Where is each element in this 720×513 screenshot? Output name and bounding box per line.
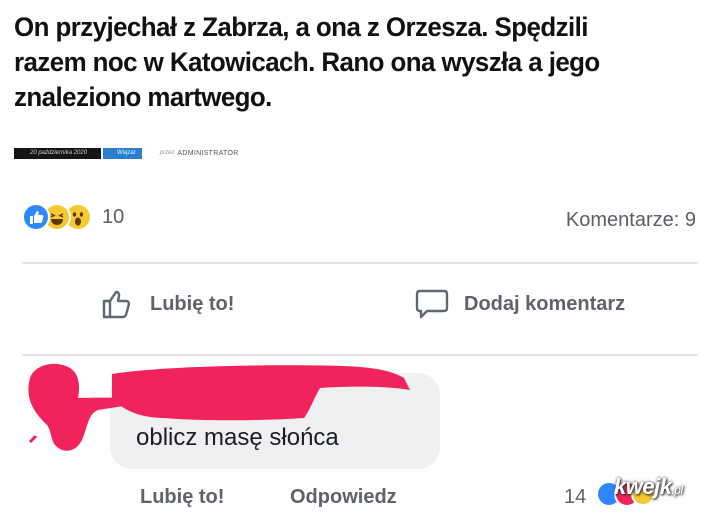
- author-prefix: przez: [159, 150, 175, 156]
- article-headline: On przyjechał z Zabrza, a ona z Orzesza.…: [14, 10, 638, 115]
- like-button[interactable]: Lubię to!: [100, 286, 234, 322]
- comment-like-button[interactable]: Lubię to!: [140, 486, 224, 509]
- comment-text: oblicz masę słońca: [136, 424, 339, 451]
- headline-line: razem noc w Katowicach. Rano ona wyszła …: [14, 47, 600, 77]
- comment-icon: [415, 289, 449, 319]
- reaction-count: 10: [102, 205, 125, 228]
- comments-count[interactable]: Komentarze: 9: [566, 209, 696, 232]
- add-comment-button[interactable]: Dodaj komentarz: [414, 286, 625, 322]
- headline-line: On przyjechał z Zabrza, a ona z Orzesza.…: [14, 12, 588, 42]
- watermark-logo: kwejk.pl: [614, 474, 683, 500]
- article-date: 20 października 2020: [14, 147, 102, 159]
- like-button-label: Lubię to!: [150, 292, 235, 315]
- article-author[interactable]: ADMINISTRATOR: [177, 150, 238, 157]
- article-meta: 20 października 2020 Wiązar przez ADMINI…: [14, 146, 239, 160]
- divider: [22, 262, 698, 264]
- watermark-suffix: .pl: [671, 483, 683, 497]
- divider: [22, 354, 698, 356]
- article-category[interactable]: Wiązar: [103, 147, 142, 159]
- thumbs-up-icon: [102, 290, 131, 319]
- like-icon: [22, 203, 50, 231]
- redacted-username: [112, 365, 410, 421]
- add-comment-label: Dodaj komentarz: [464, 292, 626, 315]
- comment-reaction-count: 14: [564, 486, 587, 508]
- watermark-brand: kwejk: [614, 474, 672, 499]
- comment-reply-button[interactable]: Odpowiedz: [290, 486, 397, 509]
- reactions-summary[interactable]: 10: [22, 203, 124, 231]
- headline-line: znaleziono martwego.: [14, 82, 272, 112]
